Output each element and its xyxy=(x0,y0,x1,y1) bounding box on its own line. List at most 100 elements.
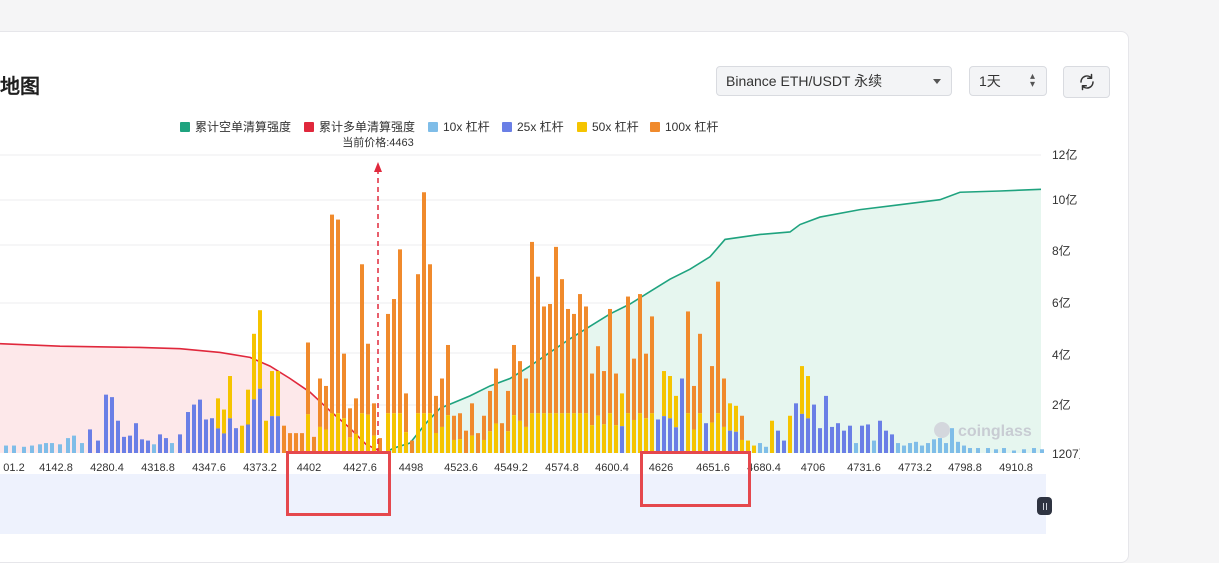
bar-100x xyxy=(464,430,468,453)
bar-50x xyxy=(566,413,570,453)
bar-25x xyxy=(134,423,138,453)
bar-50x xyxy=(734,405,738,432)
bar-50x xyxy=(342,418,346,453)
bar-50x xyxy=(306,414,310,453)
bar-50x xyxy=(264,420,268,453)
y-tick-label: 1207万 xyxy=(1052,447,1080,461)
y-tick-label: 8亿 xyxy=(1052,243,1071,258)
bar-50x xyxy=(360,413,364,453)
bar-10x xyxy=(944,443,948,453)
bar-25x xyxy=(146,440,150,453)
bar-25x xyxy=(836,423,840,453)
bar-25x xyxy=(270,416,274,453)
bar-25x xyxy=(204,419,208,453)
x-tick-label: 4280.4 xyxy=(90,462,124,474)
y-tick-label: 10亿 xyxy=(1052,192,1077,207)
bar-100x xyxy=(494,368,498,424)
scrubber-handle[interactable] xyxy=(1037,497,1052,515)
bar-100x xyxy=(596,346,600,416)
bar-25x xyxy=(88,429,92,453)
bar-100x xyxy=(626,296,630,414)
bar-50x xyxy=(668,376,672,419)
bar-25x xyxy=(860,425,864,453)
refresh-button[interactable] xyxy=(1063,66,1110,98)
bar-100x xyxy=(698,333,702,414)
y-tick-label: 12亿 xyxy=(1052,147,1077,162)
bar-50x xyxy=(608,413,612,453)
bar-100x xyxy=(566,308,570,414)
x-tick-label: 4600.4 xyxy=(595,462,629,474)
bar-50x xyxy=(422,413,426,453)
bar-100x xyxy=(638,294,642,414)
x-tick-label: 4498 xyxy=(399,462,423,474)
bar-100x xyxy=(386,313,390,414)
bar-100x xyxy=(410,440,414,453)
bar-100x xyxy=(716,281,720,414)
interval-select-value: 1天 xyxy=(979,73,1001,89)
bar-25x xyxy=(228,418,232,453)
interval-select[interactable]: 1天 ▴ ▾ xyxy=(969,66,1047,96)
bar-50x xyxy=(416,413,420,453)
bar-50x xyxy=(318,426,322,453)
bar-100x xyxy=(488,390,492,432)
bar-100x xyxy=(422,192,426,414)
bar-10x xyxy=(914,441,918,453)
x-tick-label: 4680.4 xyxy=(747,462,781,474)
legend-swatch xyxy=(650,122,660,132)
x-tick-label: 4773.2 xyxy=(898,462,932,474)
bar-50x xyxy=(548,413,552,453)
bar-25x xyxy=(794,403,798,453)
bar-100x xyxy=(686,311,690,414)
bar-50x xyxy=(698,413,702,453)
bar-50x xyxy=(554,413,558,453)
legend-swatch xyxy=(304,122,314,132)
bar-10x xyxy=(1002,448,1006,453)
bar-50x xyxy=(560,413,564,453)
x-tick-label: 4523.6 xyxy=(444,462,478,474)
bar-50x xyxy=(392,413,396,453)
bar-100x xyxy=(452,415,456,440)
bar-50x xyxy=(596,415,600,453)
bar-50x xyxy=(518,420,522,453)
bar-25x xyxy=(116,420,120,453)
bar-10x xyxy=(994,449,998,453)
bar-10x xyxy=(932,439,936,453)
x-tick-label: 01.2 xyxy=(3,462,24,474)
bar-50x xyxy=(572,413,576,453)
bar-50x xyxy=(632,419,636,453)
bar-25x xyxy=(662,416,666,453)
bar-50x xyxy=(366,414,370,453)
bar-25x xyxy=(104,394,108,453)
bar-25x xyxy=(96,440,100,453)
bar-10x xyxy=(38,444,42,453)
bar-10x xyxy=(1040,449,1044,453)
bar-50x xyxy=(806,376,810,419)
bar-10x xyxy=(58,444,62,453)
bar-100x xyxy=(614,373,618,426)
bar-100x xyxy=(440,378,444,427)
bar-50x xyxy=(716,413,720,453)
bar-100x xyxy=(404,393,408,433)
bar-100x xyxy=(692,385,696,430)
bar-100x xyxy=(740,415,744,440)
bar-25x xyxy=(110,397,114,453)
range-scrubber[interactable] xyxy=(0,474,1046,534)
bar-100x xyxy=(398,249,402,414)
bar-10x xyxy=(758,443,762,453)
bar-50x xyxy=(542,413,546,453)
bar-100x xyxy=(470,403,474,436)
bar-100x xyxy=(434,395,438,434)
bar-25x xyxy=(674,427,678,453)
bar-50x xyxy=(470,435,474,453)
legend-swatch xyxy=(577,122,587,132)
legend-label: 50x 杠杆 xyxy=(592,119,639,134)
exchange-select[interactable]: Binance ETH/USDT 永续 xyxy=(716,66,952,96)
bar-25x xyxy=(782,440,786,453)
bar-10x xyxy=(1032,448,1036,453)
bar-100x xyxy=(482,415,486,440)
bar-10x xyxy=(902,445,906,453)
bar-50x xyxy=(686,413,690,453)
bar-50x xyxy=(398,413,402,453)
bar-10x xyxy=(962,445,966,453)
bar-50x xyxy=(270,371,274,417)
